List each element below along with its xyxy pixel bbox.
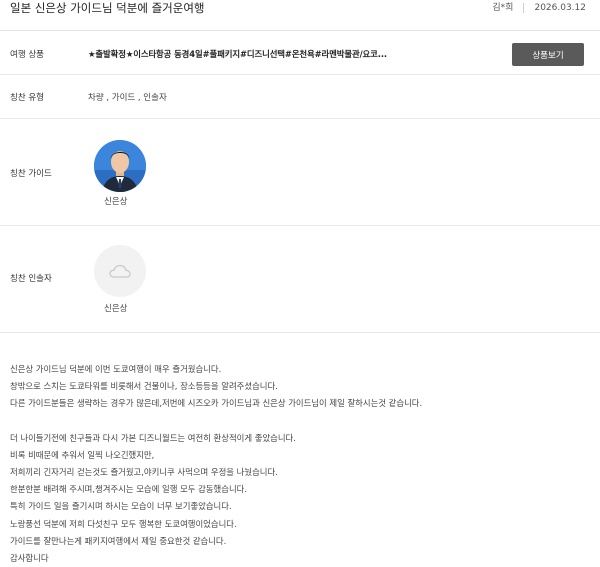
review-line: 비록 비때문에 추워서 일찍 나오긴했지만,	[10, 449, 155, 460]
product-row: 여행 상품 ★출발확정★이스타항공 동경4일#풀패키지#디즈니선택#온천욕#라멘…	[0, 31, 600, 75]
escort-avatar-placeholder	[94, 245, 146, 297]
review-line: 더 나이들기전에 친구들과 다시 가본 디즈니월드는 여전히 환상적이게 좋았습…	[10, 432, 296, 443]
product-name: ★출발확정★이스타항공 동경4일#풀패키지#디즈니선택#온천욕#라멘박물관/요코…	[88, 49, 387, 59]
guide-row: 칭찬 가이드 신은상	[0, 119, 600, 226]
cloud-icon	[109, 264, 131, 278]
guide-avatar	[94, 140, 146, 192]
praise-type-row: 칭찬 유형 차량 , 가이드 , 인솔자	[0, 75, 600, 119]
author-name: 김*희	[492, 3, 514, 13]
review-line: 노랑풍선 덕분에 저희 다섯친구 모두 행복한 도쿄여행이었습니다.	[10, 518, 237, 529]
review-body: 신은상 가이드님 덕분에 이번 도쿄여행이 매우 즐거웠습니다. 창밖으로 스치…	[0, 333, 600, 567]
escort-name: 신은상	[104, 304, 128, 314]
review-line: 저희끼리 긴자거리 걷는것도 즐거웠고,야키니쿠 사먹으며 우정을 나눴습니다.	[10, 467, 278, 478]
guide-photo-icon	[94, 140, 146, 192]
guide-label: 칭찬 가이드	[10, 169, 52, 179]
view-product-button[interactable]: 상품보기	[512, 43, 584, 66]
review-line: 특히 가이드 일을 즐기시며 하시는 모습이 너무 보기좋았습니다.	[10, 501, 232, 512]
review-line: 창밖으로 스치는 도쿄타워를 비롯해서 건물이나, 장소등등을 알려주셨습니다.	[10, 381, 278, 392]
review-title: 일본 신은상 가이드님 덕분에 즐거운여행	[10, 1, 205, 15]
review-line: 감사합니다	[10, 553, 49, 564]
praise-type-label: 칭찬 유형	[10, 93, 44, 103]
escort-row: 칭찬 인솔자 신은상	[0, 226, 600, 333]
product-label: 여행 상품	[10, 50, 44, 60]
escort-label: 칭찬 인솔자	[10, 274, 52, 284]
review-line: 신은상 가이드님 덕분에 이번 도쿄여행이 매우 즐거웠습니다.	[10, 364, 222, 374]
review-header: 일본 신은상 가이드님 덕분에 즐거운여행 김*희 2026.03.12	[0, 0, 600, 31]
review-line: 다른 가이드분들은 생략하는 경우가 많은데,저번에 시즈오카 가이드님과 신은…	[10, 398, 423, 409]
meta-divider	[523, 3, 525, 13]
review-date: 2026.03.12	[534, 3, 586, 13]
review-meta: 김*희 2026.03.12	[492, 0, 586, 16]
praise-type-value: 차량 , 가이드 , 인솔자	[88, 93, 167, 103]
review-line: 가이드를 잘만나는게 패키지여행에서 제일 중요한것 같습니다.	[10, 535, 227, 546]
guide-name: 신은상	[104, 197, 128, 207]
review-line: 한분한분 배려해 주시며,챙겨주시는 모습에 일행 모두 감동했습니다.	[10, 484, 248, 495]
